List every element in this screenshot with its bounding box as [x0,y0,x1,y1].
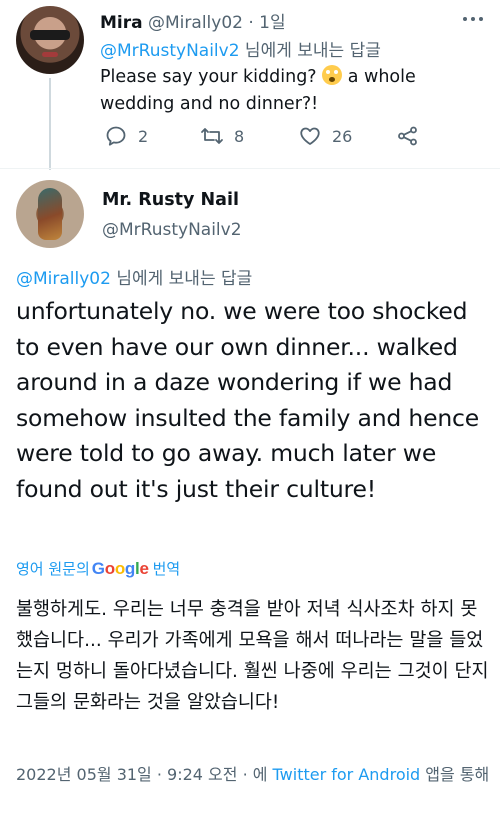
avatar[interactable] [16,6,84,74]
translate-prefix: 영어 원문의 [16,560,90,578]
tweet-text: unfortunately no. we were too shocked to… [16,297,480,503]
share-icon [398,126,417,146]
reply-count: 2 [138,126,149,146]
source-suffix: 앱을 통해 [420,765,490,784]
source-link[interactable]: Twitter for Android [273,765,421,784]
share-button[interactable] [396,124,430,148]
google-logo: Google [91,558,149,578]
author-name[interactable]: Mr. Rusty Nail [102,190,239,210]
translated-text: 불행하게도. 우리는 너무 충격을 받아 저녁 식사조차 하지 못했습니다...… [16,599,489,713]
author-name[interactable]: Mira [100,13,143,33]
tweet-header: Mira @Mirally02 · 1일 [100,8,286,33]
tweet-text-part: Please say your kidding? [100,67,323,87]
mention-link[interactable]: @Mirally02 [16,269,111,289]
replying-to-label: 님에게 보내는 답글 [239,41,381,61]
author-handle[interactable]: @Mirally02 [148,13,243,33]
heart-icon [300,127,320,145]
translate-link[interactable]: 영어 원문의 Google 번역 [16,558,180,579]
retweet-icon [201,128,223,144]
like-button[interactable]: 26 [298,124,352,148]
tweet-text: Please say your kidding? a whole wedding… [100,64,460,118]
avatar[interactable] [16,180,84,248]
replying-to: @MrRustyNailv2 님에게 보내는 답글 [100,36,381,61]
more-options-icon[interactable] [462,10,484,28]
translate-suffix: 번역 [152,560,181,578]
retweet-count: 8 [234,126,245,146]
divider [0,168,500,169]
author-handle[interactable]: @MrRustyNailv2 [102,220,242,240]
replying-to: @Mirally02 님에게 보내는 답글 [16,264,252,289]
tweet-actions: 2 8 26 [100,124,440,152]
retweet-button[interactable]: 8 [200,124,244,148]
reply-tweet[interactable]: Mira @Mirally02 · 1일 @MrRustyNailv2 님에게 … [0,0,500,170]
tweet-metadata: 2022년 05월 31일 · 9:24 오전 · 에 Twitter for … [16,762,490,788]
flushed-face-emoji-icon [322,65,343,85]
timestamp[interactable]: 2022년 05월 31일 · 9:24 오전 · 에 [16,765,273,784]
mention-link[interactable]: @MrRustyNailv2 [100,41,240,61]
reply-icon [106,126,126,146]
thread-line [49,78,51,170]
like-count: 26 [332,126,353,146]
reply-button[interactable]: 2 [104,124,148,148]
tweet-time[interactable]: · 1일 [248,13,285,33]
replying-to-label: 님에게 보내는 답글 [110,269,253,289]
